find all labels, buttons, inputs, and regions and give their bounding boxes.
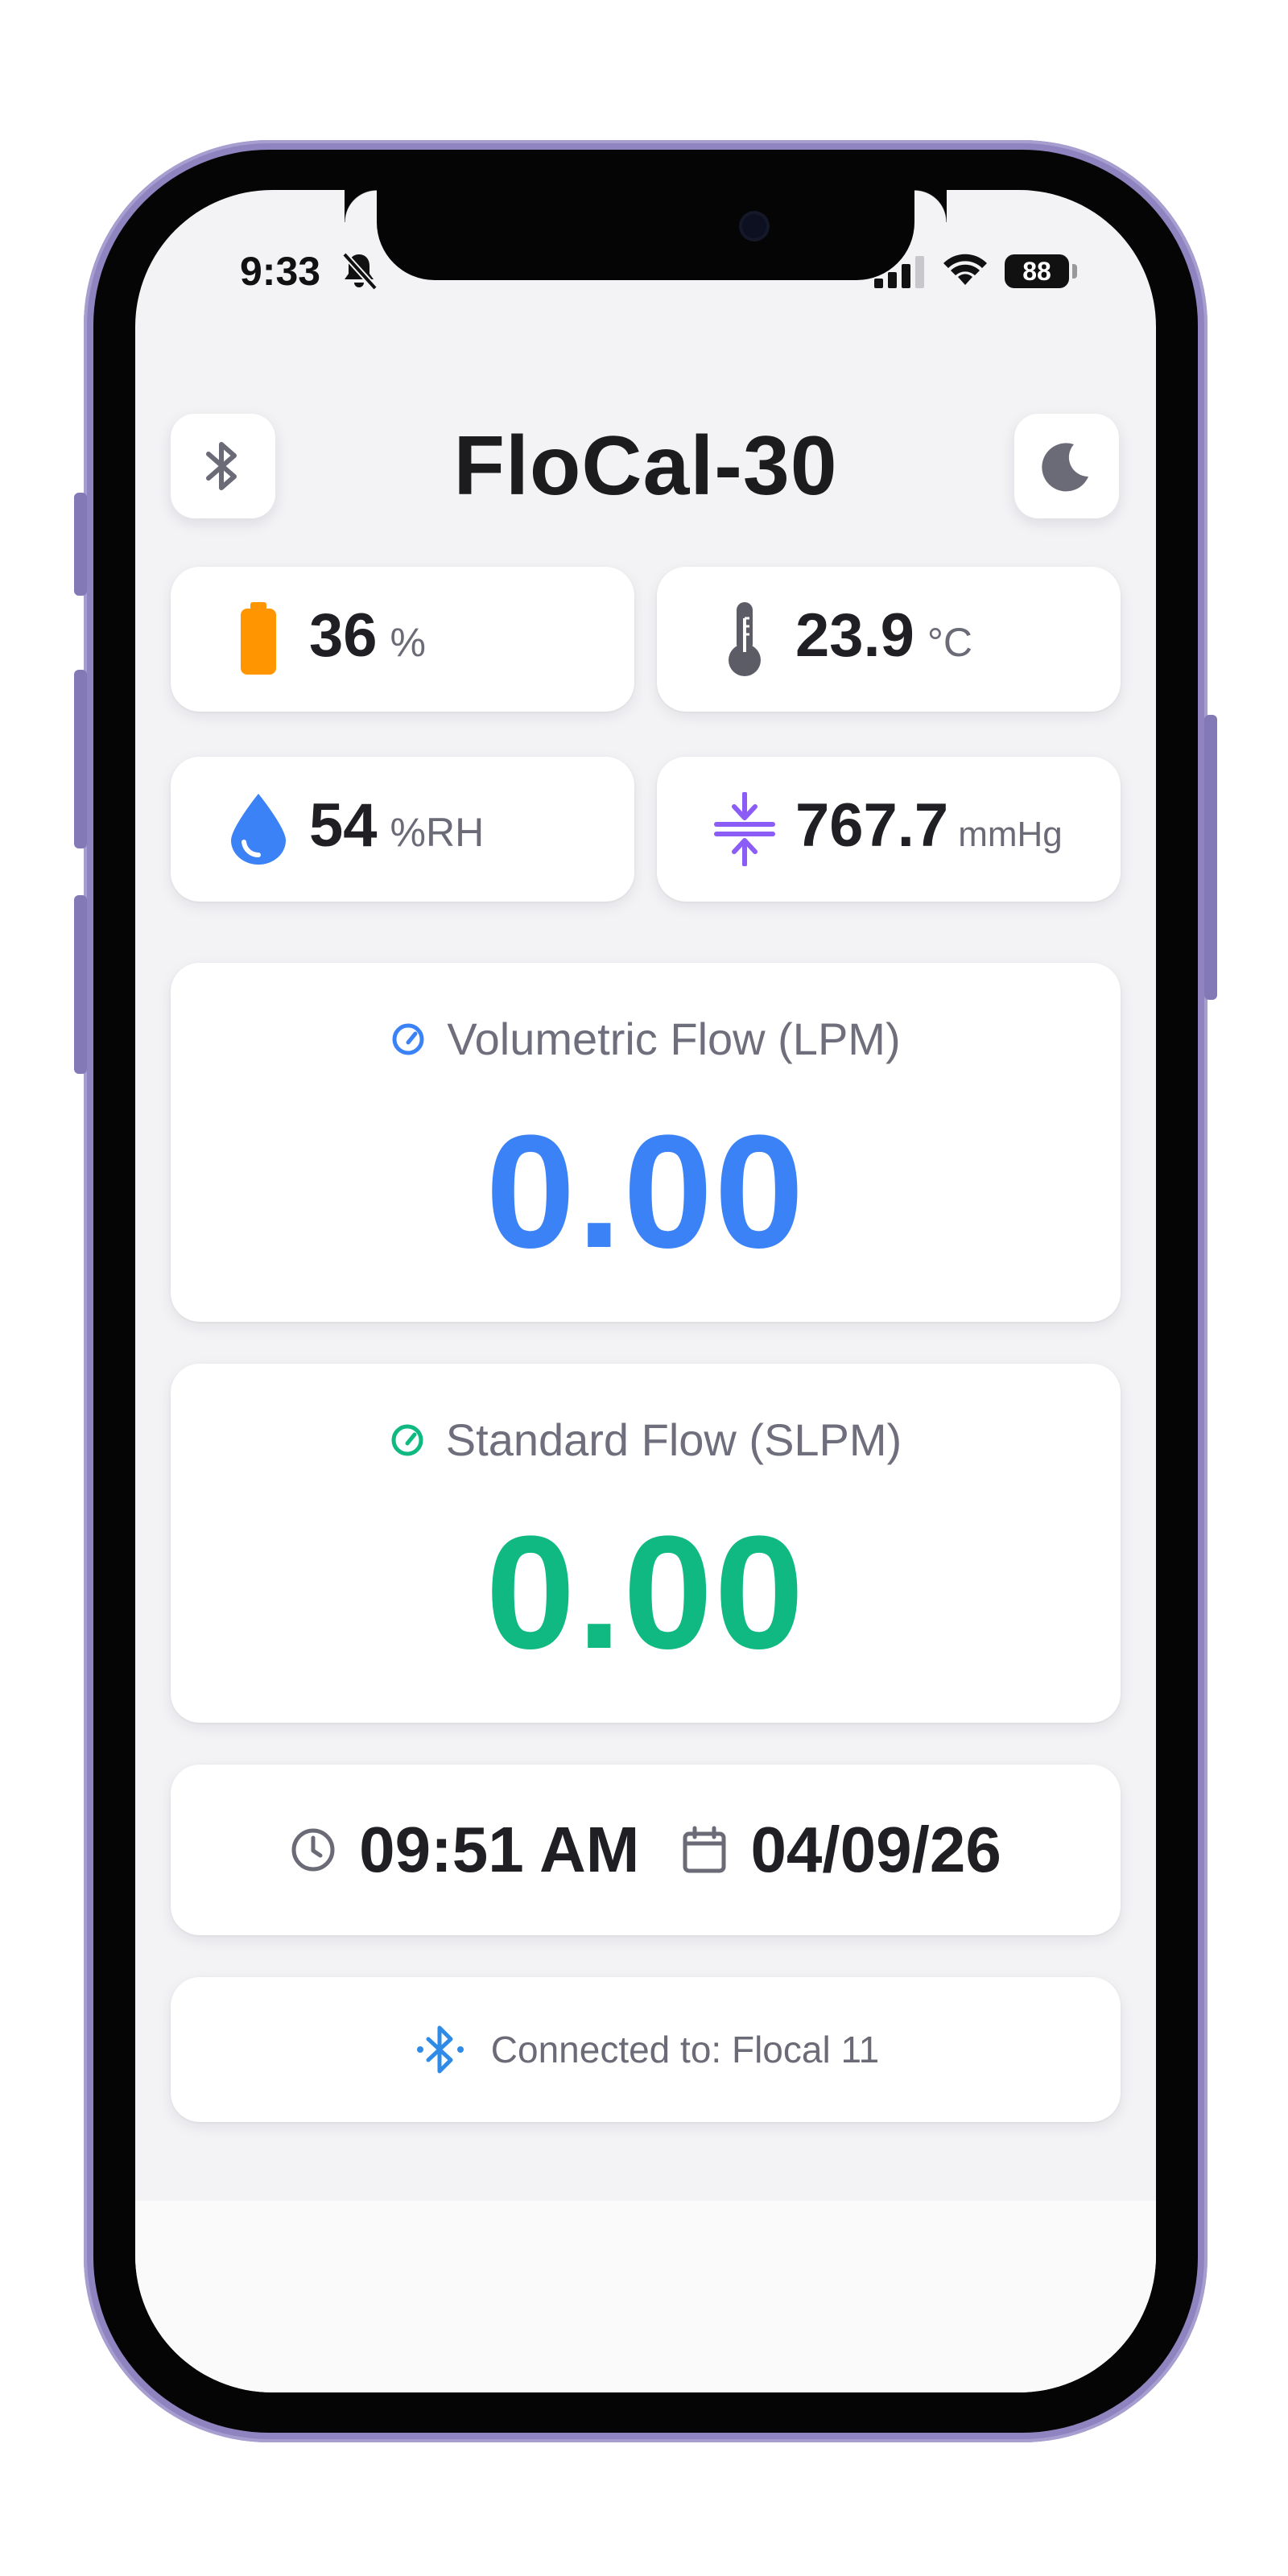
pressure-card: 767.7 mmHg [657, 757, 1121, 902]
app-title: FloCal-30 [453, 419, 838, 513]
connection-card: Connected to: Flocal 11 [171, 1977, 1121, 2122]
datetime-row: 09:51 AM 04/09/26 [171, 1765, 1121, 1935]
device-date: 04/09/26 [750, 1814, 1001, 1885]
battery-nub [1072, 264, 1077, 279]
battery-value: 36 [309, 601, 378, 670]
phone-screen: 9:33 88 FloCal-30 36 % 23.9 °C 54 %RH 76… [135, 190, 1156, 2392]
compress-arrows-icon [708, 789, 781, 869]
volumetric-flow-label: Volumetric Flow (LPM) [447, 1013, 901, 1064]
cellular-signal-icon [874, 256, 924, 288]
battery-icon [222, 599, 295, 679]
standard-flow-card: Standard Flow (SLPM) 0.00 [171, 1364, 1121, 1723]
moon-icon [1042, 443, 1088, 492]
volume-down-button [74, 895, 87, 1074]
device-time: 09:51 AM [359, 1814, 640, 1885]
notch [377, 190, 947, 280]
humidity-unit: %RH [390, 810, 485, 855]
humidity-metric: 54 %RH [309, 791, 484, 861]
power-button [1204, 715, 1217, 1000]
pressure-metric: 767.7 mmHg [795, 791, 1063, 861]
volumetric-flow-value: 0.00 [485, 1102, 806, 1282]
gauge-icon [392, 1023, 424, 1055]
pressure-unit: mmHg [958, 815, 1063, 854]
connection-status-text: Connected to: Flocal 11 [490, 2029, 880, 2070]
temperature-value: 23.9 [795, 601, 914, 670]
standard-flow-value: 0.00 [485, 1503, 806, 1682]
temperature-metric: 23.9 °C [795, 601, 972, 671]
clock-icon [291, 1828, 335, 1872]
battery-metric: 36 % [309, 601, 426, 671]
temperature-card: 23.9 °C [657, 567, 1121, 712]
pressure-value: 767.7 [795, 791, 949, 860]
silent-switch [74, 493, 87, 596]
bluetooth-connected-icon [416, 2025, 464, 2074]
bell-slash-icon [342, 252, 378, 291]
humidity-card: 54 %RH [171, 757, 634, 902]
gauge-icon [391, 1424, 423, 1455]
datetime-card: 09:51 AM 04/09/26 [171, 1765, 1121, 1935]
standard-flow-label: Standard Flow (SLPM) [445, 1414, 902, 1465]
connection-row: Connected to: Flocal 11 [171, 1977, 1121, 2122]
humidity-value: 54 [309, 791, 378, 860]
volumetric-flow-header: Volumetric Flow (LPM) [171, 1013, 1121, 1065]
status-time: 9:33 [240, 249, 321, 294]
dark-mode-toggle[interactable] [1014, 414, 1119, 518]
bottom-safe-area [135, 2201, 1156, 2392]
battery-unit: % [390, 620, 427, 665]
battery-card: 36 % [171, 567, 634, 712]
droplet-icon [222, 789, 295, 869]
volumetric-flow-card: Volumetric Flow (LPM) 0.00 [171, 963, 1121, 1322]
wifi-icon [943, 254, 987, 285]
temperature-unit: °C [927, 620, 973, 665]
volume-up-button [74, 670, 87, 848]
front-camera [742, 214, 766, 238]
status-battery: 88 [1005, 254, 1069, 288]
calendar-icon [683, 1826, 726, 1873]
standard-flow-header: Standard Flow (SLPM) [171, 1414, 1121, 1466]
thermometer-icon [708, 599, 781, 679]
